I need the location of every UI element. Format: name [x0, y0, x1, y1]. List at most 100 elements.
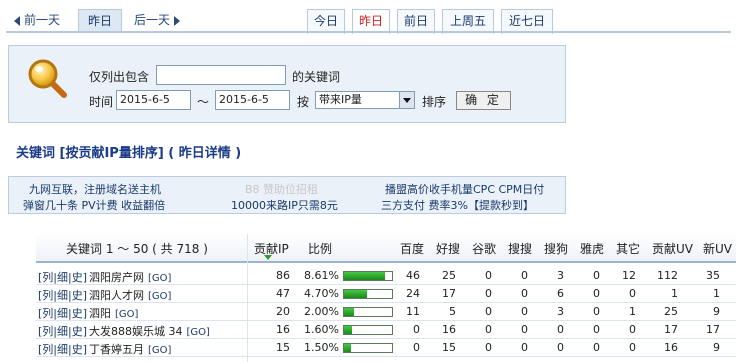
cell-haosou: 25 [442, 269, 456, 282]
cell-uv: 25 [664, 305, 678, 318]
table-row: [列|细|史] 泗阳人才网 [GO] 47 4.70% 24 17 0 0 6 0 0 1 1 [36, 285, 736, 303]
col-header-baidu[interactable]: 百度 [400, 240, 424, 257]
row-action-links[interactable]: [列|细|史] [38, 289, 87, 302]
col-header-other[interactable]: 其它 [616, 240, 640, 257]
cell-soso: 0 [521, 323, 528, 336]
prev-day-link[interactable]: 前一天 [14, 9, 60, 31]
dropdown-arrow-icon[interactable] [399, 92, 414, 108]
cell-sogou: 3 [557, 305, 564, 318]
ratio-bar [343, 325, 393, 335]
ratio-bar [343, 307, 393, 317]
filter-label: 仅列出包含 [89, 70, 150, 84]
cell-haosou: 17 [442, 287, 456, 300]
col-header-yahoo[interactable]: 雅虎 [580, 240, 604, 257]
date-from-input[interactable]: 2015-6-5 [116, 90, 191, 110]
row-action-links[interactable]: [列|细|史] [38, 343, 87, 356]
ad-bar: 九网互联，注册域名送主机 弹窗几十条 PV计费 收益翻倍 B8 赞助位招租 10… [8, 176, 566, 214]
cell-ratio: 1.60% [304, 323, 339, 336]
keyword-text: 大发888娱乐城 34 [89, 325, 183, 338]
cell-sogou: 0 [557, 323, 564, 336]
cell-google: 0 [485, 269, 492, 282]
cell-haosou: 16 [442, 323, 456, 336]
cell-new-uv: 9 [713, 305, 720, 318]
ad-link[interactable]: 三方支付 费率3%【提款秒到】 [381, 197, 534, 213]
ratio-bar-fill [344, 308, 354, 316]
cell-sogou: 3 [557, 269, 564, 282]
sort-desc-icon [264, 255, 272, 260]
go-link[interactable]: [GO] [148, 291, 171, 302]
go-link[interactable]: [GO] [115, 309, 138, 320]
sort-select-value: 带来IP量 [319, 93, 362, 106]
ad-link[interactable]: 弹窗几十条 PV计费 收益翻倍 [23, 197, 165, 213]
sort-select[interactable]: 带来IP量 [315, 91, 415, 109]
ratio-bar-fill [344, 290, 367, 298]
col-header-google[interactable]: 谷歌 [472, 240, 496, 257]
row-action-links[interactable]: [列|细|史] [38, 325, 87, 338]
cell-baidu: 0 [413, 323, 420, 336]
go-link[interactable]: [GO] [148, 273, 171, 284]
col-header-soso[interactable]: 搜搜 [508, 240, 532, 257]
cell-ip: 47 [276, 287, 290, 300]
row-action-links[interactable]: [列|细|史] [38, 271, 87, 284]
keyword-input[interactable] [156, 65, 286, 85]
cell-other: 1 [629, 305, 636, 318]
ad-link[interactable]: 九网互联，注册域名送主机 [29, 181, 161, 197]
ratio-bar-fill [344, 344, 352, 352]
next-day-link[interactable]: 后一天 [134, 9, 181, 31]
ratio-bar [343, 271, 393, 281]
col-header-uv[interactable]: 贡献UV [652, 240, 693, 257]
cell-haosou: 15 [442, 341, 456, 354]
row-action-links[interactable]: [列|细|史] [38, 307, 87, 320]
keyword-text: 泗阳房产网 [89, 271, 144, 284]
ratio-bar [343, 343, 393, 353]
ad-link[interactable]: 10000来路IP只需8元 [231, 197, 338, 213]
cell-new-uv: 35 [706, 269, 720, 282]
cell-uv: 17 [664, 323, 678, 336]
keyword-cell: [列|细|史] 泗阳人才网 [GO] [38, 287, 171, 303]
cell-baidu: 24 [406, 287, 420, 300]
sort-label: 排序 [422, 95, 447, 109]
keyword-cell: [列|细|史] 丁香婷五月 [GO] [38, 341, 171, 357]
col-header-ratio: 比例 [308, 242, 333, 256]
cell-yahoo: 0 [593, 269, 600, 282]
ratio-bar [343, 289, 393, 299]
keyword-suffix-label: 的关键词 [292, 70, 341, 84]
ad-link[interactable]: 播盟高价收手机量CPC CPM日付 [385, 181, 544, 197]
date-to-input[interactable]: 2015-6-5 [215, 90, 290, 110]
range-separator: ～ [197, 95, 210, 109]
cell-yahoo: 0 [593, 341, 600, 354]
cell-other: 0 [629, 341, 636, 354]
cell-sogou: 0 [557, 341, 564, 354]
col-header-sogou[interactable]: 搜狗 [544, 240, 568, 257]
cell-haosou: 5 [449, 305, 456, 318]
cell-yahoo: 0 [593, 323, 600, 336]
col-header-new-uv[interactable]: 新UV [703, 240, 732, 257]
current-day-tab[interactable]: 昨日 [78, 9, 122, 31]
confirm-button[interactable]: 确 定 [456, 91, 511, 110]
cell-soso: 0 [521, 341, 528, 354]
cell-ratio: 8.61% [304, 269, 339, 282]
cell-other: 0 [629, 323, 636, 336]
cell-google: 0 [485, 287, 492, 300]
table-row: [列|细|史] 丁香婷五月 [GO] 15 1.50% 0 15 0 0 0 0 0 16 9 [36, 339, 736, 357]
cell-google: 0 [485, 305, 492, 318]
cell-ratio: 2.00% [304, 305, 339, 318]
go-link[interactable]: [GO] [187, 327, 210, 338]
go-link[interactable]: [GO] [148, 345, 171, 356]
next-day-label: 后一天 [134, 13, 171, 27]
cell-soso: 0 [521, 287, 528, 300]
cell-ip: 86 [276, 269, 290, 282]
ad-link[interactable]: B8 赞助位招租 [245, 181, 318, 197]
magnifier-icon [28, 59, 67, 98]
arrow-right-icon [174, 15, 181, 26]
cell-ip: 15 [276, 341, 290, 354]
search-panel: 仅列出包含 的关键词 时间 2015-6-5 ～ 2015-6-5 按 带来IP… [8, 45, 566, 123]
ratio-bar-fill [344, 272, 386, 280]
col-header-haosou[interactable]: 好搜 [436, 240, 460, 257]
cell-other: 12 [622, 269, 636, 282]
cell-ratio: 1.50% [304, 341, 339, 354]
cell-new-uv: 9 [713, 341, 720, 354]
table-row: [列|细|史] 泗阳 [GO] 20 2.00% 11 5 0 0 3 0 1 25 9 [36, 303, 736, 321]
by-label: 按 [297, 95, 310, 109]
cell-baidu: 11 [406, 305, 420, 318]
